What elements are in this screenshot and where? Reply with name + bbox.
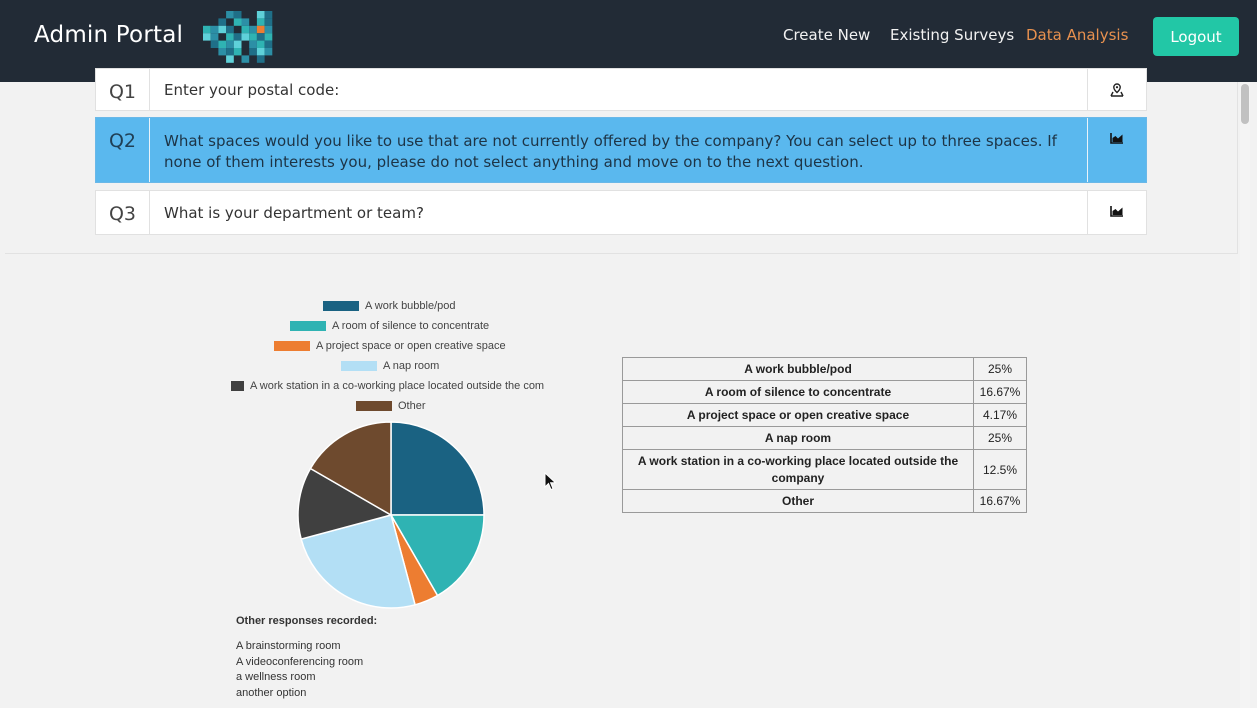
question-number: Q2 xyxy=(96,118,150,182)
pixel-logo-icon xyxy=(203,11,273,63)
legend-item-work-bubble[interactable]: A work bubble/pod xyxy=(323,300,456,312)
other-response-item: a wellness room xyxy=(236,671,316,683)
area-chart-icon[interactable] xyxy=(1087,191,1146,234)
legend-label: A work bubble/pod xyxy=(365,300,456,312)
table-cell-percent: 4.17% xyxy=(973,403,1027,427)
table-cell-percent: 25% xyxy=(973,357,1027,381)
table-cell-label: A nap room xyxy=(622,426,974,450)
legend-label: A work station in a co-working place loc… xyxy=(250,380,545,392)
table-row: A project space or open creative space 4… xyxy=(622,403,1027,427)
question-number: Q1 xyxy=(96,69,150,110)
area-chart-icon[interactable] xyxy=(1087,118,1146,182)
legend-item-work-station[interactable]: A work station in a co-working place loc… xyxy=(231,380,544,392)
legend-label: A room of silence to concentrate xyxy=(332,320,490,332)
table-row: A work station in a co-working place loc… xyxy=(622,449,1027,490)
legend-swatch xyxy=(323,301,359,311)
question-row-q2[interactable]: Q2 What spaces would you like to use tha… xyxy=(95,117,1147,183)
brand-title: Admin Portal xyxy=(34,22,184,48)
nav-existing-surveys[interactable]: Existing Surveys xyxy=(890,26,1014,44)
table-cell-percent: 16.67% xyxy=(973,380,1027,404)
nav-data-analysis[interactable]: Data Analysis xyxy=(1026,26,1128,44)
table-cell-label: Other xyxy=(622,489,974,513)
table-cell-label: A work station in a co-working place loc… xyxy=(622,449,974,490)
table-cell-percent: 16.67% xyxy=(973,489,1027,513)
other-responses-title: Other responses recorded: xyxy=(236,615,378,627)
question-number: Q3 xyxy=(96,191,150,234)
legend-item-room-of-silence[interactable]: A room of silence to concentrate xyxy=(290,320,489,332)
table-row: A nap room 25% xyxy=(622,426,1027,450)
table-row: Other 16.67% xyxy=(622,489,1027,513)
legend-item-nap-room[interactable]: A nap room xyxy=(341,360,439,372)
legend-swatch xyxy=(341,361,377,371)
table-cell-label: A room of silence to concentrate xyxy=(622,380,974,404)
legend-label: A nap room xyxy=(383,360,440,372)
page-scrollbar[interactable] xyxy=(1240,82,1250,708)
legend-swatch xyxy=(231,381,244,391)
legend-item-other[interactable]: Other xyxy=(356,400,426,412)
table-cell-label: A work bubble/pod xyxy=(622,357,974,381)
pie-chart xyxy=(297,421,485,609)
results-table: A work bubble/pod 25% A room of silence … xyxy=(622,357,1027,513)
legend-label: A project space or open creative space xyxy=(316,340,506,352)
question-row-q1[interactable]: Q1 Enter your postal code: xyxy=(95,68,1147,111)
logout-button[interactable]: Logout xyxy=(1153,17,1239,56)
scrollbar-thumb[interactable] xyxy=(1241,84,1249,124)
legend-label: Other xyxy=(398,400,426,412)
other-response-item: A videoconferencing room xyxy=(236,656,364,668)
legend-swatch xyxy=(274,341,310,351)
pie-slice-0[interactable] xyxy=(390,421,485,516)
question-text: What is your department or team? xyxy=(164,204,424,222)
table-cell-label: A project space or open creative space xyxy=(622,403,974,427)
nav-create-new[interactable]: Create New xyxy=(783,26,870,44)
mouse-cursor-icon xyxy=(544,472,557,491)
table-row: A work bubble/pod 25% xyxy=(622,357,1027,381)
legend-swatch xyxy=(290,321,326,331)
question-text: What spaces would you like to use that a… xyxy=(164,132,1057,171)
question-row-q3[interactable]: Q3 What is your department or team? xyxy=(95,190,1147,235)
legend-swatch xyxy=(356,401,392,411)
table-row: A room of silence to concentrate 16.67% xyxy=(622,380,1027,404)
other-response-item: another option xyxy=(236,687,307,699)
other-response-item: A brainstorming room xyxy=(236,640,341,652)
legend-item-project-space[interactable]: A project space or open creative space xyxy=(274,340,506,352)
table-cell-percent: 12.5% xyxy=(973,449,1027,490)
map-marker-icon[interactable] xyxy=(1087,69,1146,110)
question-text: Enter your postal code: xyxy=(164,81,340,99)
table-cell-percent: 25% xyxy=(973,426,1027,450)
